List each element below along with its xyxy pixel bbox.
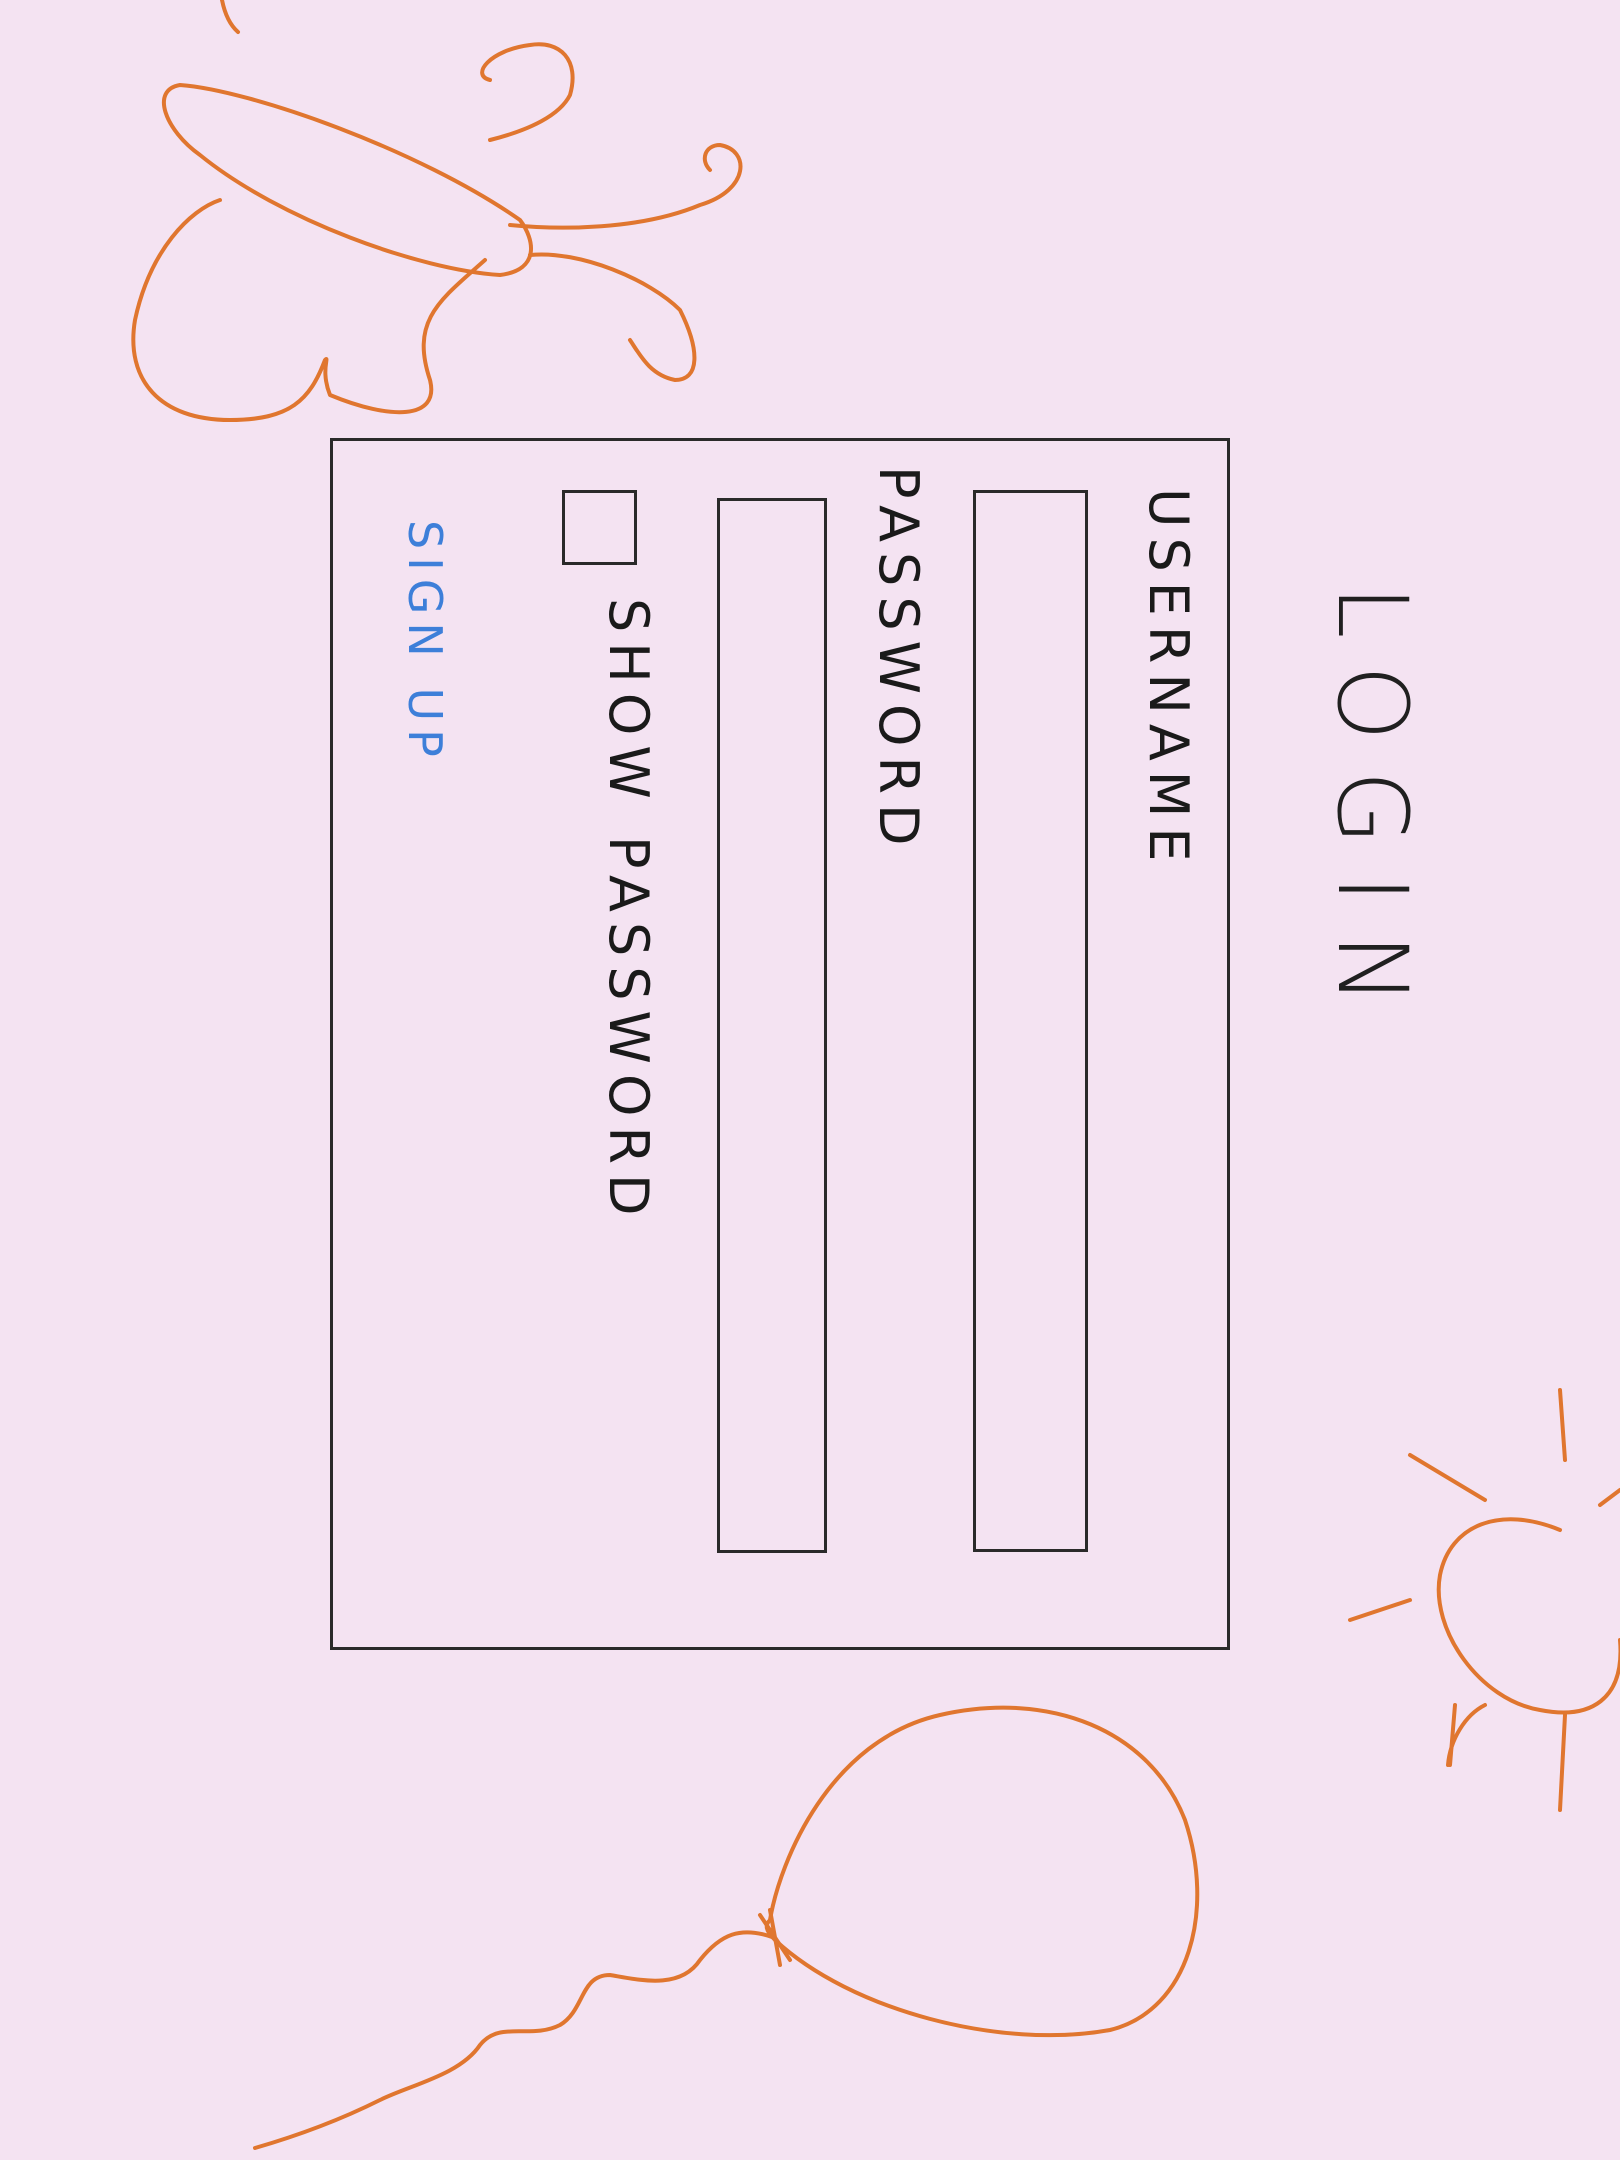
- password-input[interactable]: [717, 498, 827, 1553]
- sun-ray-1: [1558, 1388, 1567, 1462]
- butterfly-wing-upper: [161, 83, 533, 277]
- sun-ray-5: [1558, 1713, 1567, 1812]
- sun-circle: [1436, 1517, 1620, 1715]
- username-input[interactable]: [973, 490, 1088, 1552]
- balloon-string: [253, 1930, 777, 2150]
- sun-ray-3: [1348, 1598, 1412, 1622]
- butterfly-antenna-2: [528, 252, 697, 382]
- sun-ray-2: [1408, 1453, 1487, 1502]
- butterfly-doodle: [131, 0, 743, 422]
- sun-ray-6: [1598, 1488, 1620, 1507]
- butterfly-top-stroke: [220, 0, 240, 34]
- butterfly-antenna-1: [508, 143, 743, 230]
- balloon-doodle: [253, 1705, 1200, 2150]
- butterfly-wing-lower: [131, 198, 487, 422]
- butterfly-scribble: [480, 42, 575, 142]
- login-title: LOGIN: [1316, 585, 1428, 1036]
- show-password-checkbox[interactable]: [562, 490, 637, 565]
- balloon-body: [764, 1705, 1200, 2038]
- show-password-label: SHOW PASSWORD: [597, 598, 660, 1226]
- sign-up-link[interactable]: SIGN UP: [398, 520, 452, 765]
- username-label: USERNAME: [1137, 488, 1200, 872]
- sun-doodle: [1348, 1388, 1620, 1812]
- sketch-canvas: LOGIN USERNAME PASSWORD SHOW PASSWORD SI…: [0, 0, 1620, 2160]
- password-label: PASSWORD: [867, 466, 930, 856]
